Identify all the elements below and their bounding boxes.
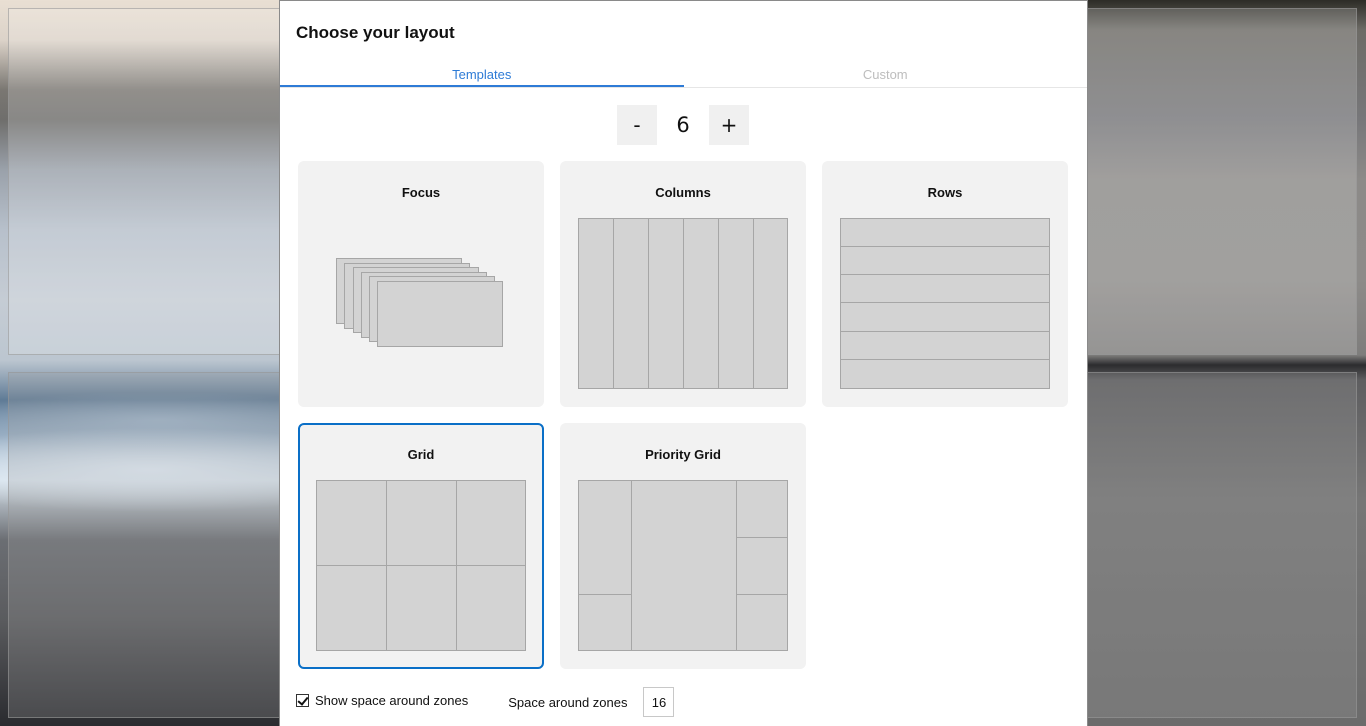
preview-zone xyxy=(377,281,503,347)
preview-zone xyxy=(386,565,457,651)
preview-zone xyxy=(316,565,387,651)
template-card-priority-grid[interactable]: Priority Grid xyxy=(560,423,806,669)
preview-zone xyxy=(683,218,719,389)
dialog-title: Choose your layout xyxy=(296,23,455,42)
preview-zone xyxy=(736,480,788,538)
template-title: Columns xyxy=(655,185,711,200)
preview-zone xyxy=(736,537,788,595)
preview-zone xyxy=(456,480,526,566)
preview-zone xyxy=(840,359,1050,389)
space-around-zones-input[interactable] xyxy=(643,687,675,717)
preview-zone xyxy=(718,218,754,389)
grid-preview xyxy=(316,480,526,652)
tab-custom[interactable]: Custom xyxy=(684,63,1088,87)
preview-zone xyxy=(578,594,632,651)
template-title: Rows xyxy=(927,185,963,200)
preview-zone xyxy=(613,218,649,389)
tab-templates[interactable]: Templates xyxy=(280,63,684,87)
preview-zone xyxy=(840,331,1050,360)
preview-zone xyxy=(578,480,632,595)
show-space-label: Show space around zones xyxy=(315,692,469,708)
preview-zone xyxy=(316,480,387,566)
template-card-grid[interactable]: Grid xyxy=(298,423,544,669)
preview-zone xyxy=(578,218,614,389)
template-title: Focus xyxy=(401,185,441,200)
tab-bar: Templates Custom xyxy=(280,63,1087,88)
zone-count-stepper: - 6 + xyxy=(617,105,749,145)
preview-zone xyxy=(840,218,1050,247)
preview-zone xyxy=(753,218,788,389)
preview-zone xyxy=(386,480,457,566)
zone-count-value: 6 xyxy=(676,113,690,137)
preview-zone xyxy=(736,594,788,651)
spacing-options: Show space around zones Space around zon… xyxy=(296,687,1087,717)
preview-zone xyxy=(456,565,526,651)
preview-zone xyxy=(840,302,1050,332)
show-space-checkbox[interactable] xyxy=(296,693,309,707)
rows-preview xyxy=(840,218,1050,390)
preview-zone xyxy=(648,218,684,389)
layout-editor-dialog: Choose your layout Templates Custom - 6 … xyxy=(279,0,1088,726)
preview-zone xyxy=(631,480,737,651)
preview-zone xyxy=(840,274,1050,303)
decrement-button[interactable]: - xyxy=(617,105,657,145)
columns-preview xyxy=(578,218,788,390)
space-around-zones-label: Space around zones xyxy=(508,694,628,710)
template-card-focus[interactable]: Focus xyxy=(298,161,544,407)
template-title: Priority Grid xyxy=(645,447,721,462)
template-card-rows[interactable]: Rows xyxy=(822,161,1068,407)
template-title: Grid xyxy=(407,447,435,462)
increment-button[interactable]: + xyxy=(709,105,749,145)
priority-grid-preview xyxy=(578,480,788,652)
template-card-columns[interactable]: Columns xyxy=(560,161,806,407)
preview-zone xyxy=(840,246,1050,275)
